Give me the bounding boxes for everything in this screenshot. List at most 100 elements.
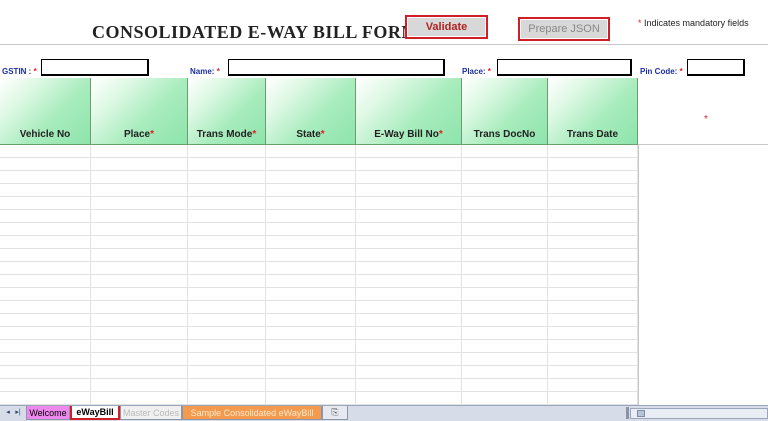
tab-master-codes[interactable]: Master Codes <box>120 406 182 420</box>
grid-cell[interactable] <box>548 236 638 249</box>
grid-cell[interactable] <box>91 314 188 327</box>
horizontal-scrollbar[interactable] <box>630 408 768 419</box>
grid-cell[interactable] <box>548 327 638 340</box>
grid-cell[interactable] <box>91 210 188 223</box>
grid-cell[interactable] <box>266 340 356 353</box>
gstin-input[interactable] <box>41 59 149 76</box>
grid-cell[interactable] <box>188 197 266 210</box>
grid-cell[interactable] <box>0 314 91 327</box>
grid-cell[interactable] <box>548 197 638 210</box>
grid-cell[interactable] <box>356 145 462 158</box>
grid-cell[interactable] <box>548 158 638 171</box>
grid-cell[interactable] <box>462 262 548 275</box>
grid-cell[interactable] <box>462 223 548 236</box>
grid-cell[interactable] <box>188 340 266 353</box>
grid-cell[interactable] <box>0 145 91 158</box>
col-trans-docno[interactable]: Trans DocNo <box>462 78 548 145</box>
grid-cell[interactable] <box>548 210 638 223</box>
validate-button[interactable]: Validate <box>405 15 488 39</box>
grid-cell[interactable] <box>0 366 91 379</box>
grid-cell[interactable] <box>91 262 188 275</box>
grid-cell[interactable] <box>462 327 548 340</box>
grid-cell[interactable] <box>0 236 91 249</box>
tab-sample-consolidated[interactable]: Sample Consolidated eWayBill <box>182 406 322 420</box>
grid-cell[interactable] <box>266 223 356 236</box>
grid-cell[interactable] <box>91 236 188 249</box>
grid-cell[interactable] <box>462 171 548 184</box>
grid-cell[interactable] <box>0 275 91 288</box>
grid-cell[interactable] <box>356 288 462 301</box>
grid-cell[interactable] <box>188 236 266 249</box>
grid-cell[interactable] <box>462 236 548 249</box>
grid-cell[interactable] <box>188 145 266 158</box>
grid-cell[interactable] <box>548 184 638 197</box>
grid-cell[interactable] <box>0 288 91 301</box>
grid-cell[interactable] <box>356 366 462 379</box>
grid-cell[interactable] <box>548 262 638 275</box>
grid-cell[interactable] <box>462 353 548 366</box>
grid-cell[interactable] <box>91 145 188 158</box>
grid-cell[interactable] <box>266 288 356 301</box>
grid-cell[interactable] <box>0 184 91 197</box>
grid-cell[interactable] <box>356 340 462 353</box>
col-eway-bill-no[interactable]: E-Way Bill No * <box>356 78 462 145</box>
grid-cell[interactable] <box>356 392 462 405</box>
grid-cell[interactable] <box>91 301 188 314</box>
grid-cell[interactable] <box>548 301 638 314</box>
grid-cell[interactable] <box>356 275 462 288</box>
tab-ewaybill[interactable]: eWayBill <box>70 406 120 420</box>
pincode-input[interactable] <box>687 59 745 76</box>
grid-cell[interactable] <box>0 379 91 392</box>
grid-cell[interactable] <box>462 314 548 327</box>
col-place[interactable]: Place * <box>91 78 188 145</box>
tab-splitter[interactable] <box>626 407 629 419</box>
grid-cell[interactable] <box>548 379 638 392</box>
grid-cell[interactable] <box>0 340 91 353</box>
grid-cell[interactable] <box>356 210 462 223</box>
grid-cell[interactable] <box>91 353 188 366</box>
grid-cell[interactable] <box>91 366 188 379</box>
grid-cell[interactable] <box>0 158 91 171</box>
grid-cell[interactable] <box>91 288 188 301</box>
grid-cell[interactable] <box>188 366 266 379</box>
grid-cell[interactable] <box>356 223 462 236</box>
grid-cell[interactable] <box>188 353 266 366</box>
grid-cell[interactable] <box>462 392 548 405</box>
col-vehicle-no[interactable]: Vehicle No <box>0 78 91 145</box>
grid-cell[interactable] <box>0 262 91 275</box>
grid-cell[interactable] <box>0 249 91 262</box>
col-trans-mode[interactable]: Trans Mode * <box>188 78 266 145</box>
grid-cell[interactable] <box>462 210 548 223</box>
grid-cell[interactable] <box>356 197 462 210</box>
grid-cell[interactable] <box>548 288 638 301</box>
grid-cell[interactable] <box>91 171 188 184</box>
grid-cell[interactable] <box>266 327 356 340</box>
grid-cell[interactable] <box>188 314 266 327</box>
grid-cell[interactable] <box>356 236 462 249</box>
grid-cell[interactable] <box>266 275 356 288</box>
grid-cell[interactable] <box>188 379 266 392</box>
new-sheet-icon[interactable]: ⎘ <box>322 406 348 420</box>
grid-cell[interactable] <box>91 340 188 353</box>
grid-cell[interactable] <box>356 379 462 392</box>
grid-cell[interactable] <box>266 249 356 262</box>
grid-cell[interactable] <box>266 262 356 275</box>
grid-cell[interactable] <box>356 327 462 340</box>
grid-cell[interactable] <box>266 314 356 327</box>
last-sheet-icon[interactable]: ▸| <box>13 408 23 418</box>
grid-cell[interactable] <box>188 275 266 288</box>
grid-cell[interactable] <box>266 197 356 210</box>
grid-cell[interactable] <box>188 301 266 314</box>
place-input[interactable] <box>497 59 632 76</box>
grid-cell[interactable] <box>266 366 356 379</box>
grid-cell[interactable] <box>548 249 638 262</box>
grid-cell[interactable] <box>188 249 266 262</box>
grid-cell[interactable] <box>548 366 638 379</box>
grid-cell[interactable] <box>548 223 638 236</box>
grid-cell[interactable] <box>462 301 548 314</box>
grid-cell[interactable] <box>188 288 266 301</box>
col-trans-date[interactable]: Trans Date <box>548 78 638 145</box>
grid-cell[interactable] <box>462 275 548 288</box>
grid-cell[interactable] <box>266 301 356 314</box>
grid-cell[interactable] <box>548 392 638 405</box>
